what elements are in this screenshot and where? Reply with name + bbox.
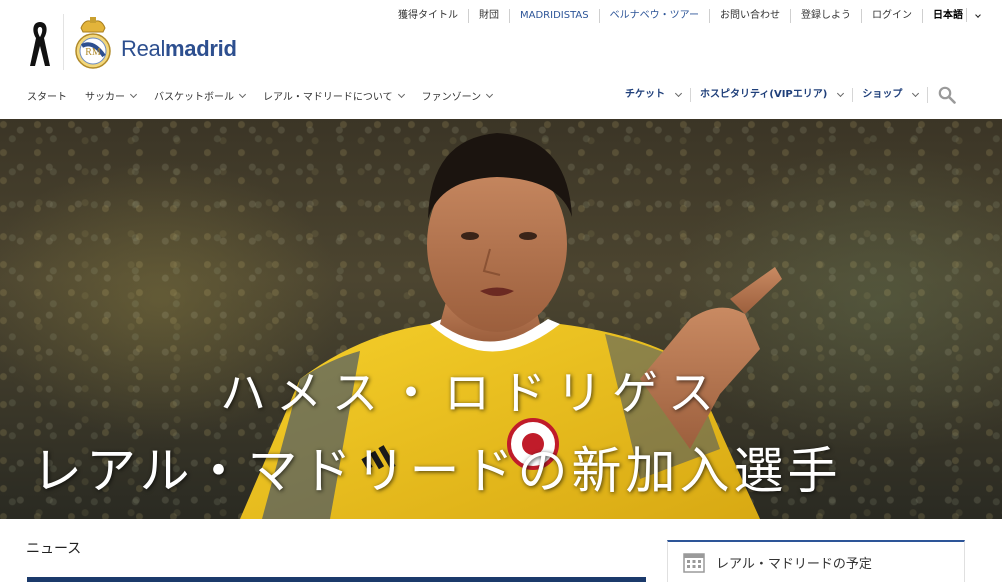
- secondary-nav-item-0[interactable]: チケット: [616, 88, 690, 102]
- language-chevron-down-icon: [975, 11, 981, 18]
- utility-link-4[interactable]: お問い合わせ: [709, 9, 790, 23]
- secondary-nav: チケット ホスピタリティ(VIPエリア) ショップ: [616, 86, 957, 104]
- main-nav-item-2[interactable]: バスケットボール: [154, 88, 247, 103]
- main-nav-label: スタート: [27, 92, 67, 103]
- search-icon: [939, 86, 957, 104]
- chevron-down-icon: [837, 89, 845, 98]
- main-nav-item-1[interactable]: サッカー: [85, 88, 138, 103]
- main-nav-label: サッカー: [85, 92, 125, 103]
- utility-link-5[interactable]: 登録しよう: [790, 9, 861, 23]
- secondary-nav-label: チケット: [625, 89, 665, 100]
- news-section-title: ニュース: [26, 541, 82, 557]
- main-nav-item-3[interactable]: レアル・マドリードについて: [263, 88, 405, 103]
- secondary-nav-label: ショップ: [862, 89, 903, 100]
- chevron-down-icon: [486, 90, 494, 98]
- utility-nav-end-divider: [966, 8, 967, 22]
- chevron-down-icon: [129, 90, 138, 98]
- schedule-label: レアル・マドリードの予定: [716, 556, 872, 572]
- secondary-nav-label: ホスピタリティ(VIPエリア): [700, 89, 828, 100]
- chevron-down-icon: [238, 90, 247, 98]
- logo-divider: [63, 14, 64, 70]
- calendar-icon: [683, 553, 705, 573]
- site-wordmark[interactable]: Realmadrid: [121, 36, 237, 62]
- search-button[interactable]: [927, 86, 957, 104]
- hero-player-image: [240, 133, 782, 519]
- utility-nav: 獲得タイトル 財団 MADRIDISTAS ベルナベウ・ツアー お問い合わせ 登録しようロ…: [388, 8, 981, 24]
- chevron-down-icon: [674, 89, 683, 98]
- wordmark-bold: madrid: [165, 36, 237, 61]
- main-nav: スタート サッカー バスケットボール レアル・マドリードについて ファンゾーン: [27, 88, 510, 103]
- wordmark-light: Real: [121, 36, 166, 61]
- utility-link-6[interactable]: ログイン: [861, 9, 922, 23]
- news-carousel-top[interactable]: [27, 577, 646, 582]
- site-header: RM Realmadrid 獲得タイトル 財団 MADRIDISTAS ベルナベウ・ツ…: [0, 0, 1002, 119]
- secondary-nav-item-2[interactable]: ショップ: [852, 88, 927, 102]
- utility-link-3[interactable]: ベルナベウ・ツアー: [598, 9, 709, 23]
- club-crest-icon[interactable]: RM: [73, 16, 113, 70]
- chevron-down-icon: [397, 90, 405, 98]
- main-nav-label: レアル・マドリードについて: [263, 92, 393, 103]
- main-nav-label: ファンゾーン: [421, 92, 482, 103]
- mourning-ribbon-icon: [30, 22, 50, 66]
- svg-text:RM: RM: [85, 47, 101, 58]
- hero-banner[interactable]: ハメス・ロドリゲス レアル・マドリードの新加入選手: [0, 119, 1002, 519]
- chevron-down-icon: [912, 89, 920, 98]
- schedule-panel[interactable]: レアル・マドリードの予定: [667, 540, 965, 582]
- main-nav-item-4[interactable]: ファンゾーン: [421, 88, 494, 103]
- utility-link-2[interactable]: MADRIDISTAS: [509, 9, 599, 23]
- utility-link-1[interactable]: 財団: [468, 9, 509, 23]
- main-nav-label: バスケットボール: [154, 92, 234, 103]
- main-nav-item-0[interactable]: スタート: [27, 88, 67, 103]
- utility-link-0[interactable]: 獲得タイトル: [388, 9, 468, 23]
- secondary-nav-item-1[interactable]: ホスピタリティ(VIPエリア): [690, 88, 852, 102]
